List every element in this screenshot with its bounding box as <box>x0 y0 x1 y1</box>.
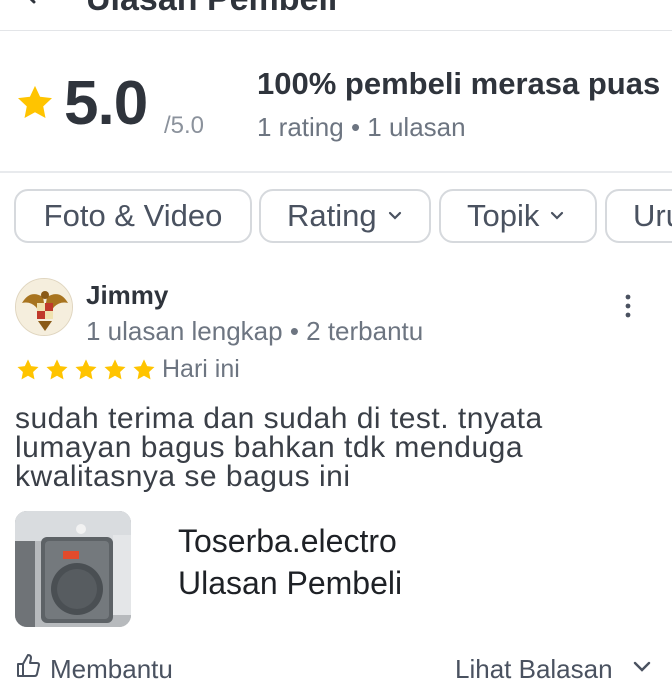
filter-chip-label: Rating <box>287 198 377 233</box>
page-title: Ulasan Pembeli <box>86 0 337 19</box>
review-photo[interactable] <box>15 511 131 627</box>
review-rating <box>15 357 157 383</box>
star-icon <box>75 359 97 380</box>
filter-chip-sort[interactable]: Urutkan <box>605 189 672 243</box>
speaker-photo-image <box>15 511 131 627</box>
divider <box>0 171 672 173</box>
filter-chip-rating[interactable]: Rating <box>259 189 431 243</box>
score-max: /5.0 <box>164 112 205 139</box>
avatar[interactable] <box>15 278 73 336</box>
see-reply-button[interactable]: Lihat Balasan <box>455 654 613 685</box>
star-icon <box>18 85 52 119</box>
reviewer-meta: 1 ulasan lengkap • 2 terbantu <box>86 316 424 346</box>
reviewer-name[interactable]: Jimmy <box>86 280 168 311</box>
review-text-line: lumayan bagus bahkan tdk menduga <box>15 431 524 464</box>
photo-watermark: Toserba.electro Ulasan Pembeli <box>178 520 402 604</box>
filter-chip-label: Urutkan <box>633 198 672 233</box>
watermark-shop: Toserba.electro <box>178 523 397 559</box>
top-bar: Ulasan Pembeli <box>0 0 672 31</box>
garuda-emblem-icon <box>16 279 72 335</box>
rating-counts: 1 rating • 1 ulasan <box>257 112 466 142</box>
review-text-line: kwalitasnya se bagus ini <box>15 460 351 493</box>
more-options-icon[interactable] <box>620 292 636 322</box>
filter-chip-label: Topik <box>467 198 540 233</box>
filter-chip-topic[interactable]: Topik <box>439 189 597 243</box>
chevron-down-icon <box>551 211 564 220</box>
back-arrow-icon[interactable] <box>14 0 44 8</box>
star-icon <box>17 359 39 380</box>
thumbs-up-icon[interactable] <box>15 652 41 678</box>
satisfaction-text: 100% pembeli merasa puas <box>257 66 661 101</box>
star-icon <box>46 359 68 380</box>
review-text-line: sudah terima dan sudah di test. tnyata <box>15 402 543 435</box>
average-score: 5.0 <box>64 69 148 138</box>
filter-chip-photo-video[interactable]: Foto & Video <box>14 189 252 243</box>
filter-chip-label: Foto & Video <box>43 198 223 233</box>
review-text: sudah terima dan sudah di test. tnyata l… <box>15 402 655 493</box>
star-icon <box>104 359 126 380</box>
watermark-label: Ulasan Pembeli <box>178 565 403 601</box>
review-date: Hari ini <box>162 355 240 383</box>
helpful-button[interactable]: Membantu <box>50 654 173 685</box>
star-icon <box>133 359 155 380</box>
chevron-down-icon <box>388 211 401 220</box>
